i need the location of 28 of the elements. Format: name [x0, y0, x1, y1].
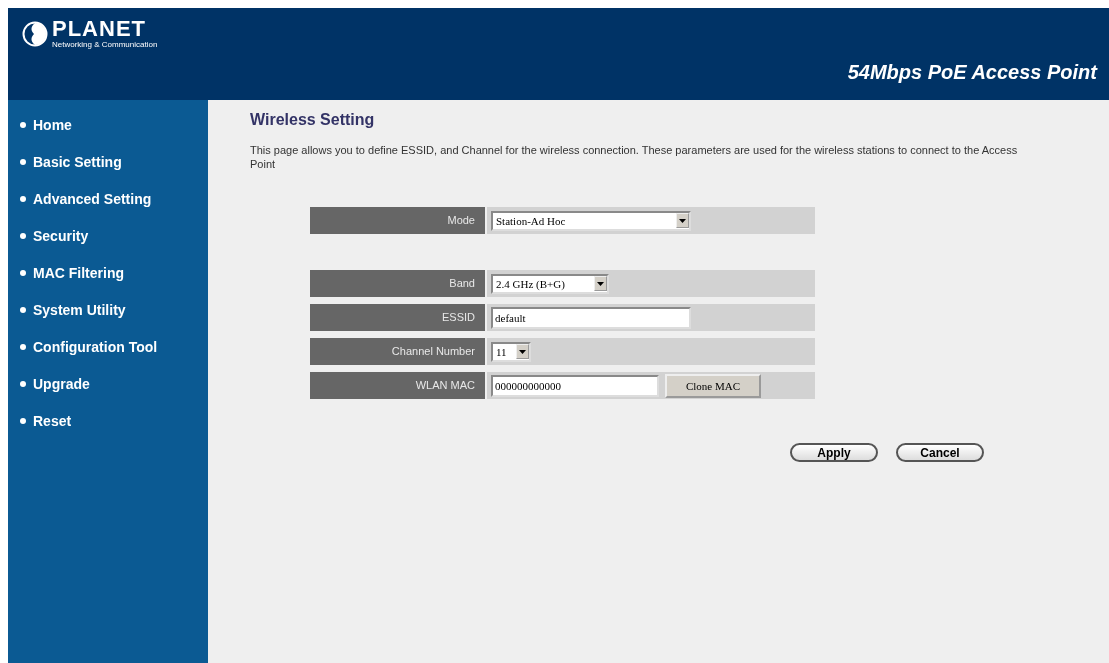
input-field[interactable]: default — [491, 306, 691, 329]
sidebar-item[interactable]: Security — [20, 229, 89, 243]
page-title: Wireless Setting — [250, 111, 376, 129]
input-field[interactable]: 000000000000 — [491, 374, 659, 397]
page-description: This page allows you to define ESSID, and Channel for the wireless connection. These parameters are used for the wireless stations to connect to the Access Point — [250, 143, 1019, 171]
logo-tagline: Networking & Communication — [52, 40, 158, 50]
sidebar-item[interactable]: Reset — [20, 414, 72, 428]
field-label: ESSID — [310, 304, 485, 331]
dropdown[interactable]: Station-Ad Hoc — [491, 210, 691, 231]
sidebar-item[interactable]: Advanced Setting — [20, 192, 152, 206]
field-label: WLAN MAC — [310, 372, 485, 399]
sidebar-item[interactable]: Upgrade — [20, 377, 90, 391]
field-label: Channel Number — [310, 338, 485, 365]
sidebar-item[interactable]: Basic Setting — [20, 155, 122, 169]
logo-wordmark: PLANET — [52, 18, 147, 40]
action-button[interactable]: Apply — [790, 443, 878, 462]
field-label: Mode — [310, 207, 485, 234]
field-label: Band — [310, 270, 485, 297]
sidebar-item[interactable]: System Utility — [20, 303, 126, 317]
product-title: 54Mbps PoE Access Point — [847, 61, 1097, 84]
dropdown[interactable]: 11 — [491, 341, 531, 362]
sidebar-item[interactable]: Configuration Tool — [20, 340, 158, 354]
clone-mac-button[interactable]: Clone MAC — [665, 373, 761, 398]
sidebar-item[interactable]: Home — [20, 118, 72, 132]
sidebar-item[interactable]: MAC Filtering — [20, 266, 124, 280]
logo-icon — [22, 21, 48, 47]
action-button[interactable]: Cancel — [896, 443, 984, 462]
dropdown[interactable]: 2.4 GHz (B+G) — [491, 273, 609, 294]
